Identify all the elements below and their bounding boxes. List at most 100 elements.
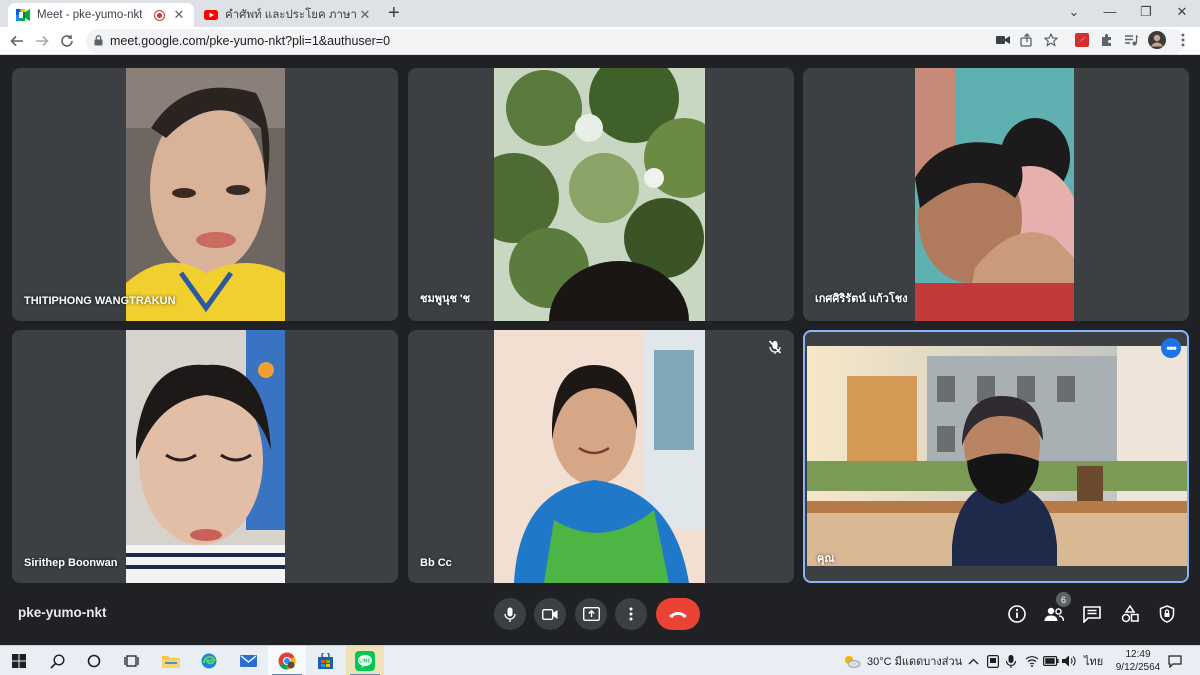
more-options-button[interactable]: [615, 598, 647, 630]
chat-icon: [1083, 605, 1101, 623]
edge-icon: [201, 653, 217, 669]
chevron-up-icon: [968, 658, 979, 664]
cortana-icon: [87, 654, 101, 668]
participant-video: [494, 330, 705, 583]
host-controls-icon: [1159, 605, 1175, 623]
microphone-icon: [504, 607, 516, 622]
activities-button[interactable]: [1119, 603, 1141, 625]
tile-more-options-icon[interactable]: •••: [1161, 338, 1181, 358]
file-explorer-button[interactable]: [152, 646, 190, 675]
url-text: meet.google.com/pke-yumo-nkt?pli=1&authu…: [110, 34, 391, 48]
participant-tile[interactable]: เกศศิริรัตน์ แก้วโชง: [803, 68, 1189, 321]
tab-title: Meet - pke-yumo-nkt: [37, 9, 143, 21]
end-call-icon: [669, 611, 687, 618]
activities-icon: [1121, 605, 1139, 623]
notifications-button[interactable]: [1168, 646, 1182, 675]
bookmark-star-icon[interactable]: [1042, 31, 1060, 49]
participant-name: Sirithep Boonwan: [24, 557, 118, 569]
back-arrow-icon: [10, 35, 23, 47]
store-icon: [317, 653, 333, 669]
search-icon: [49, 653, 65, 669]
folder-icon: [162, 656, 180, 668]
participant-name: คุณ: [817, 553, 835, 565]
tab-search-button[interactable]: ⌄: [1056, 2, 1092, 22]
mail-icon: [239, 655, 257, 667]
weather-widget[interactable]: 30°C มีแดดบางส่วน: [843, 646, 962, 675]
camera-button[interactable]: [534, 598, 566, 630]
cortana-button[interactable]: [75, 646, 113, 675]
extensions-puzzle-icon[interactable]: [1098, 31, 1116, 49]
windows-taskbar: LINE 30°C มีแดดบางส่วน ไทย 12:49 9/12/25…: [0, 645, 1200, 675]
browser-menu-icon[interactable]: [1174, 31, 1192, 49]
search-button[interactable]: [38, 646, 76, 675]
chat-button[interactable]: [1081, 603, 1103, 625]
back-button[interactable]: [7, 31, 27, 51]
close-window-button[interactable]: ✕: [1164, 2, 1200, 22]
participant-tile[interactable]: THITIPHONG WANGTRAKUN: [12, 68, 398, 321]
browser-tab-strip: Meet - pke-yumo-nkt ✕ คำศัพท์ และประโยค …: [0, 0, 1200, 27]
more-options-icon: [629, 607, 633, 621]
participant-tile[interactable]: Bb Cc: [408, 330, 794, 583]
show-hidden-icons-button[interactable]: [968, 646, 979, 675]
participant-name: ชมพูนุช 'ช: [420, 293, 471, 305]
forward-arrow-icon: [36, 35, 49, 47]
store-button[interactable]: [306, 646, 344, 675]
input-language-indicator[interactable]: ไทย: [1084, 646, 1103, 675]
camera-in-use-icon[interactable]: [994, 31, 1012, 49]
participant-video: [915, 68, 1074, 321]
start-button[interactable]: [0, 646, 38, 675]
edge-button[interactable]: [190, 646, 228, 675]
microphone-in-use-icon[interactable]: [1006, 646, 1016, 675]
chrome-icon: [278, 652, 296, 670]
tab-title: คำศัพท์ และประโยค ภาษาอังกฤษ ในชีวิ: [225, 9, 358, 21]
taskbar-clock[interactable]: 12:49 9/12/2564: [1110, 648, 1166, 674]
participant-video: [126, 68, 285, 321]
tab-youtube[interactable]: คำศัพท์ และประโยค ภาษาอังกฤษ ในชีวิ ✕: [196, 3, 380, 27]
wifi-icon[interactable]: [1025, 646, 1039, 675]
participant-video: [126, 330, 285, 583]
participant-video: [807, 346, 1187, 566]
maximize-button[interactable]: ❐: [1128, 2, 1164, 22]
line-app-button[interactable]: LINE: [346, 646, 384, 675]
partly-sunny-icon: [845, 656, 861, 668]
people-icon: [1044, 607, 1064, 622]
mail-button[interactable]: [229, 646, 267, 675]
media-control-icon[interactable]: [1122, 31, 1140, 49]
clock-date: 9/12/2564: [1115, 662, 1161, 673]
youtube-icon: [204, 8, 218, 22]
participant-count-badge: 6: [1056, 592, 1071, 607]
pdf-extension-icon[interactable]: [1073, 31, 1091, 49]
self-tile[interactable]: ••• คุณ: [803, 330, 1189, 583]
participant-name: THITIPHONG WANGTRAKUN: [24, 295, 176, 307]
tab-meet[interactable]: Meet - pke-yumo-nkt ✕: [8, 3, 194, 27]
weather-text: 30°C มีแดดบางส่วน: [867, 656, 963, 668]
participant-tile[interactable]: ชมพูนุช 'ช: [408, 68, 794, 321]
new-tab-button[interactable]: +: [388, 2, 400, 25]
minimize-button[interactable]: —: [1092, 2, 1128, 22]
battery-icon[interactable]: [1043, 646, 1059, 675]
tray-meet-present-icon[interactable]: [987, 646, 999, 675]
forward-button[interactable]: [32, 31, 52, 51]
windows-logo-icon: [12, 654, 26, 668]
reload-icon: [61, 34, 73, 47]
microphone-button[interactable]: [494, 598, 526, 630]
share-icon[interactable]: [1018, 31, 1036, 49]
leave-call-button[interactable]: [656, 598, 700, 630]
present-screen-icon: [582, 607, 600, 621]
chrome-button[interactable]: [268, 646, 306, 675]
info-icon: [1008, 605, 1026, 623]
participant-tile[interactable]: Sirithep Boonwan: [12, 330, 398, 583]
host-controls-button[interactable]: [1156, 603, 1178, 625]
recording-indicator-icon: [155, 10, 164, 20]
task-view-button[interactable]: [112, 646, 150, 675]
svg-text:LINE: LINE: [359, 659, 371, 665]
present-screen-button[interactable]: [575, 598, 607, 630]
profile-avatar[interactable]: [1148, 31, 1166, 49]
close-tab-icon[interactable]: ✕: [358, 7, 372, 23]
participant-video: [469, 68, 724, 321]
reload-button[interactable]: [57, 31, 77, 51]
meeting-details-button[interactable]: [1006, 603, 1028, 625]
close-tab-icon[interactable]: ✕: [172, 7, 186, 23]
volume-icon[interactable]: [1062, 646, 1077, 675]
muted-microphone-icon: [766, 338, 784, 356]
